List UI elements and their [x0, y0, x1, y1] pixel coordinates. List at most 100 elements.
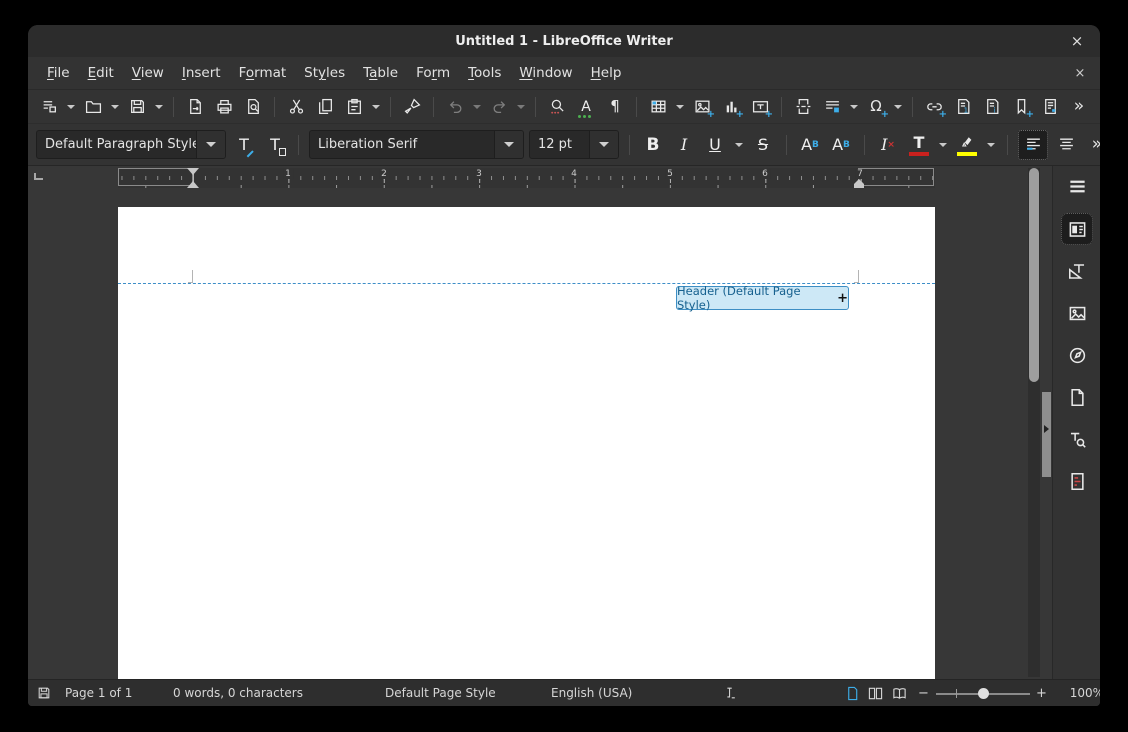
toolbar-overflow-button[interactable]: »: [1066, 94, 1092, 120]
align-center-button[interactable]: [1053, 132, 1079, 158]
font-name-combobox[interactable]: Liberation Serif: [309, 130, 524, 159]
save-icon[interactable]: [124, 94, 150, 120]
sidebar-tab-navigator[interactable]: [1061, 339, 1093, 371]
print-preview-icon[interactable]: [240, 94, 266, 120]
font-size-value[interactable]: 12 pt: [530, 131, 589, 158]
font-size-combobox[interactable]: 12 pt: [529, 130, 619, 159]
insert-hyperlink-icon[interactable]: [921, 94, 947, 120]
header-add-plus-icon[interactable]: +: [837, 291, 848, 306]
redo-icon[interactable]: [486, 94, 512, 120]
undo-dropdown[interactable]: [471, 94, 483, 120]
menu-edit[interactable]: Edit: [79, 60, 123, 86]
clear-formatting-icon[interactable]: I ×: [875, 132, 901, 158]
right-indent-marker[interactable]: [854, 179, 864, 188]
zoom-in-button[interactable]: +: [1036, 680, 1047, 706]
spelling-icon[interactable]: A: [573, 94, 599, 120]
horizontal-ruler[interactable]: 1 2 3 4 5 6 7: [118, 168, 935, 188]
paragraph-style-dropdown[interactable]: [196, 131, 225, 158]
sidebar-tab-styles[interactable]: [1061, 255, 1093, 287]
zoom-out-button[interactable]: −: [918, 680, 929, 706]
copy-icon[interactable]: [312, 94, 338, 120]
zoom-slider-thumb[interactable]: [978, 688, 989, 699]
new-document-dropdown[interactable]: [65, 94, 77, 120]
text-language[interactable]: English (USA): [551, 680, 632, 706]
insert-footnote-icon[interactable]: [950, 94, 976, 120]
title-bar[interactable]: Untitled 1 - LibreOffice Writer ×: [28, 25, 1100, 57]
zoom-level[interactable]: 100%: [1062, 680, 1100, 706]
scrollbar-thumb[interactable]: [1029, 168, 1039, 382]
bold-button[interactable]: B: [640, 132, 666, 158]
paste-icon[interactable]: [341, 94, 367, 120]
superscript-button[interactable]: AB: [797, 132, 823, 158]
menu-table[interactable]: Table: [354, 60, 407, 86]
vertical-scrollbar[interactable]: [1028, 168, 1040, 677]
menu-insert[interactable]: Insert: [173, 60, 230, 86]
insert-table-icon[interactable]: [645, 94, 671, 120]
insert-cross-reference-icon[interactable]: [1037, 94, 1063, 120]
find-replace-icon[interactable]: [544, 94, 570, 120]
underline-button[interactable]: U: [702, 132, 728, 158]
font-name-value[interactable]: Liberation Serif: [310, 131, 494, 158]
highlight-color-button[interactable]: [954, 132, 980, 158]
insert-endnote-icon[interactable]: [979, 94, 1005, 120]
insert-bookmark-icon[interactable]: [1008, 94, 1034, 120]
new-document-icon[interactable]: [36, 94, 62, 120]
ruler-right-margin[interactable]: [858, 168, 934, 186]
insertion-mode-icon[interactable]: [723, 680, 737, 706]
insert-chart-icon[interactable]: [718, 94, 744, 120]
sidebar-tab-page[interactable]: [1061, 381, 1093, 413]
update-style-icon[interactable]: T: [231, 132, 257, 158]
menu-form[interactable]: Form: [407, 60, 459, 86]
italic-button[interactable]: I: [671, 132, 697, 158]
open-icon[interactable]: [80, 94, 106, 120]
menu-file[interactable]: File: [38, 60, 79, 86]
paragraph-style-combobox[interactable]: Default Paragraph Style: [36, 130, 226, 159]
menu-help[interactable]: Help: [582, 60, 631, 86]
sidebar-tab-gallery[interactable]: [1061, 297, 1093, 329]
subscript-button[interactable]: AB: [828, 132, 854, 158]
paragraph-style-value[interactable]: Default Paragraph Style: [37, 131, 196, 158]
sidebar-tab-style-inspector[interactable]: [1061, 423, 1093, 455]
insert-image-icon[interactable]: [689, 94, 715, 120]
insert-table-dropdown[interactable]: [674, 94, 686, 120]
insert-textbox-icon[interactable]: [747, 94, 773, 120]
paste-dropdown[interactable]: [370, 94, 382, 120]
highlight-color-dropdown[interactable]: [985, 132, 997, 158]
word-count[interactable]: 0 words, 0 characters: [173, 680, 303, 706]
special-character-icon[interactable]: Ω: [863, 94, 889, 120]
open-dropdown[interactable]: [109, 94, 121, 120]
new-style-icon[interactable]: T: [262, 132, 288, 158]
print-icon[interactable]: [211, 94, 237, 120]
page-style[interactable]: Default Page Style: [385, 680, 496, 706]
sidebar-tab-properties[interactable]: [1061, 213, 1093, 245]
sidebar-grip-handle[interactable]: [1042, 392, 1051, 477]
book-view-button[interactable]: [888, 680, 910, 706]
sidebar-tab-accessibility-check[interactable]: [1061, 465, 1093, 497]
ruler-left-margin[interactable]: [118, 168, 193, 186]
menu-window[interactable]: Window: [510, 60, 581, 86]
multi-page-view-button[interactable]: [864, 680, 886, 706]
save-status-icon[interactable]: [37, 680, 51, 706]
font-size-dropdown[interactable]: [589, 131, 618, 158]
header-insert-chip[interactable]: Header (Default Page Style) +: [676, 284, 849, 312]
insert-field-icon[interactable]: [819, 94, 845, 120]
document-close-button[interactable]: ×: [1066, 57, 1094, 90]
align-left-button[interactable]: [1018, 129, 1048, 160]
left-indent-marker[interactable]: [187, 181, 199, 188]
sidebar-settings-icon[interactable]: [1061, 170, 1093, 202]
strikethrough-button[interactable]: S: [750, 132, 776, 158]
font-name-dropdown[interactable]: [494, 131, 523, 158]
export-pdf-icon[interactable]: [182, 94, 208, 120]
formatting-overflow-button[interactable]: »: [1084, 132, 1100, 158]
redo-dropdown[interactable]: [515, 94, 527, 120]
menu-tools[interactable]: Tools: [459, 60, 510, 86]
cut-icon[interactable]: [283, 94, 309, 120]
menu-view[interactable]: View: [123, 60, 173, 86]
page-count[interactable]: Page 1 of 1: [65, 680, 132, 706]
underline-dropdown[interactable]: [733, 132, 745, 158]
menu-format[interactable]: Format: [230, 60, 296, 86]
undo-icon[interactable]: [442, 94, 468, 120]
insert-field-dropdown[interactable]: [848, 94, 860, 120]
tab-stop-selector[interactable]: [34, 173, 43, 180]
insert-page-break-icon[interactable]: [790, 94, 816, 120]
